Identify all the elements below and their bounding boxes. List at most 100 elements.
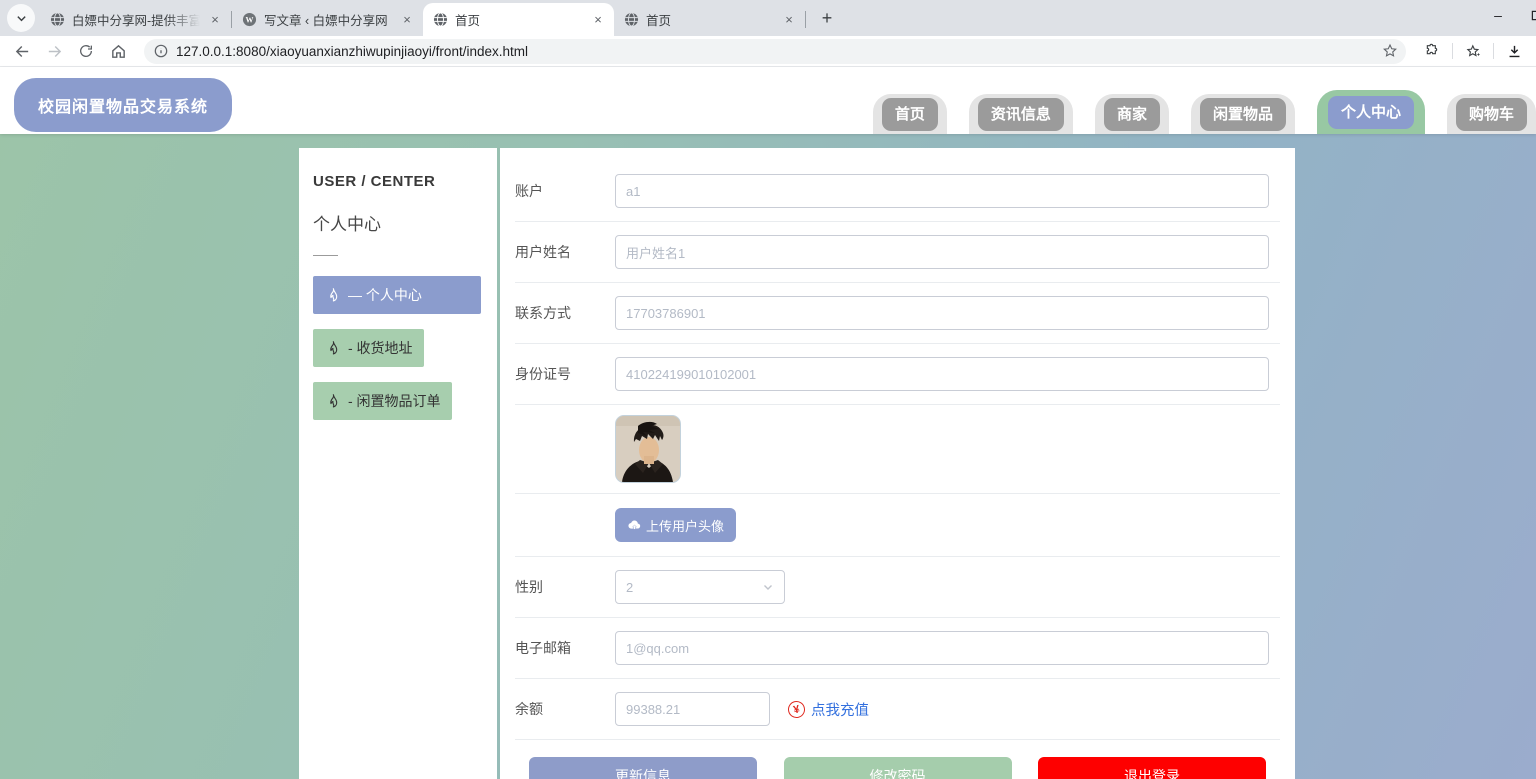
browser-tab-3-active[interactable]: 首页 × [423,3,614,36]
home-button[interactable] [106,39,130,63]
account-row: 账户 [515,148,1280,222]
balance-label: 余额 [515,701,543,717]
globe-icon [624,12,639,27]
browser-tab-4[interactable]: 首页 × [614,3,805,36]
balance-input[interactable] [615,692,770,726]
upload-row: 上传用户头像 [515,494,1280,557]
sidebar-item-label: — 个人中心 [348,287,422,303]
sidebar-title: 个人中心 [313,215,381,234]
site-logo: 校园闲置物品交易系统 [14,77,233,132]
sidebar-item-shipping-address[interactable]: - 收货地址 [313,329,424,367]
id-number-row: 身份证号 [515,344,1280,405]
flame-icon [330,393,338,407]
nav-item-user-center[interactable]: 个人中心 [1316,90,1425,134]
sidebar-item-user-center[interactable]: — 个人中心 [313,276,481,314]
window-minimize-button[interactable]: – [1491,7,1505,23]
logout-button[interactable]: 退出登录 [1038,757,1266,779]
extensions-icon[interactable] [1420,39,1444,63]
tab-title: 写文章 ‹ 白嫖中分享网 [264,14,388,28]
tab-close-button[interactable]: × [399,12,415,28]
id-number-label: 身份证号 [515,366,571,382]
nav-item-merchants[interactable]: 商家 [1094,94,1169,134]
breadcrumb: USER / CENTER [313,173,436,190]
forward-button[interactable] [42,39,66,63]
tab-search-button[interactable] [7,4,35,32]
sidebar-menu: — 个人中心 - 收货地址 - 闲置物品订单 [313,276,483,420]
favorites-star-icon[interactable] [1461,39,1485,63]
recharge-link[interactable]: 点我充值 [811,699,869,720]
site-header: 校园闲置物品交易系统 首页 资讯信息 商家 闲置物品 个人中心 购物车 [0,67,1536,134]
tab-separator [805,11,806,28]
reload-button[interactable] [74,39,98,63]
svg-text:W: W [246,15,254,24]
globe-icon [433,12,448,27]
window-maximize-button[interactable] [1531,10,1536,21]
globe-icon [50,12,65,27]
nav-item-idle-goods[interactable]: 闲置物品 [1190,94,1295,134]
username-input[interactable] [615,235,1269,269]
sidebar: USER / CENTER 个人中心 — 个人中心 - 收货地址 - 闲置物品订… [299,148,497,779]
tab-close-button[interactable]: × [590,12,606,28]
chevron-down-icon [764,585,772,590]
account-label: 账户 [515,183,543,199]
balance-row: 余额 ¥ 点我充值 [515,679,1280,740]
form-actions: 更新信息 修改密码 退出登录 [515,740,1280,779]
username-row: 用户姓名 [515,222,1280,283]
site-info-icon[interactable] [154,44,168,58]
sidebar-divider [313,255,338,256]
account-input[interactable] [615,174,1269,208]
email-input[interactable] [615,631,1269,665]
phone-input[interactable] [615,296,1269,330]
toolbar-separator [1493,43,1494,59]
new-tab-button[interactable]: + [814,5,840,31]
change-password-button[interactable]: 修改密码 [783,757,1012,779]
upload-avatar-button[interactable]: 上传用户头像 [615,508,737,542]
username-label: 用户姓名 [515,244,571,260]
user-avatar [615,415,681,483]
tab-title: 首页 [646,14,672,28]
sidebar-item-label: - 闲置物品订单 [348,393,441,409]
update-info-button[interactable]: 更新信息 [529,757,757,779]
nav-item-home[interactable]: 首页 [872,94,947,134]
gender-label: 性别 [515,579,543,595]
tab-title: 首页 [455,14,481,28]
id-number-input[interactable] [615,357,1269,391]
download-icon[interactable] [1502,39,1526,63]
gender-select[interactable]: 2 [615,570,785,604]
wordpress-icon: W [242,12,257,27]
flame-icon [330,287,338,301]
page-background: 校园闲置物品交易系统 首页 资讯信息 商家 闲置物品 个人中心 购物车 USER… [0,67,1536,779]
avatar-row [515,405,1280,494]
phone-label: 联系方式 [515,305,571,321]
flame-icon [330,340,338,354]
nav-item-news[interactable]: 资讯信息 [968,94,1073,134]
sidebar-item-idle-goods-orders[interactable]: - 闲置物品订单 [313,382,452,420]
sidebar-item-label: - 收货地址 [348,340,413,356]
nav-item-cart[interactable]: 购物车 [1446,94,1536,134]
gender-row: 性别 2 [515,557,1280,618]
url-text: 127.0.0.1:8080/xiaoyuanxianzhiwupinjiaoy… [176,43,528,59]
bookmark-star-icon[interactable] [1382,43,1398,59]
browser-tab-2[interactable]: W 写文章 ‹ 白嫖中分享网 × [232,3,423,36]
content-area: USER / CENTER 个人中心 — 个人中心 - 收货地址 - 闲置物品订… [0,134,1536,779]
main-nav: 首页 资讯信息 商家 闲置物品 个人中心 购物车 [872,67,1536,134]
tab-close-button[interactable]: × [781,12,797,28]
browser-tab-1[interactable]: 白嫖中分享网-提供丰富的 Java × [40,3,231,36]
back-button[interactable] [10,39,34,63]
cloud-upload-icon [628,519,641,529]
gender-value: 2 [626,579,634,595]
window-controls: – [1491,0,1536,30]
email-row: 电子邮箱 [515,618,1280,679]
yen-coin-icon: ¥ [786,698,807,720]
tab-title: 白嫖中分享网-提供丰富的 Java [72,14,200,28]
browser-tab-strip: 白嫖中分享网-提供丰富的 Java × W 写文章 ‹ 白嫖中分享网 × 首页 … [0,0,1536,36]
phone-row: 联系方式 [515,283,1280,344]
recharge: ¥ 点我充值 [786,698,869,720]
toolbar-separator [1452,43,1453,59]
tab-close-button[interactable]: × [207,12,223,28]
browser-toolbar: 127.0.0.1:8080/xiaoyuanxianzhiwupinjiaoy… [0,36,1536,67]
chevron-down-icon [16,15,26,21]
user-profile-form: 账户 用户姓名 联系方式 身份证号 [500,148,1295,779]
address-bar[interactable]: 127.0.0.1:8080/xiaoyuanxianzhiwupinjiaoy… [144,38,1406,64]
email-label: 电子邮箱 [515,640,571,656]
